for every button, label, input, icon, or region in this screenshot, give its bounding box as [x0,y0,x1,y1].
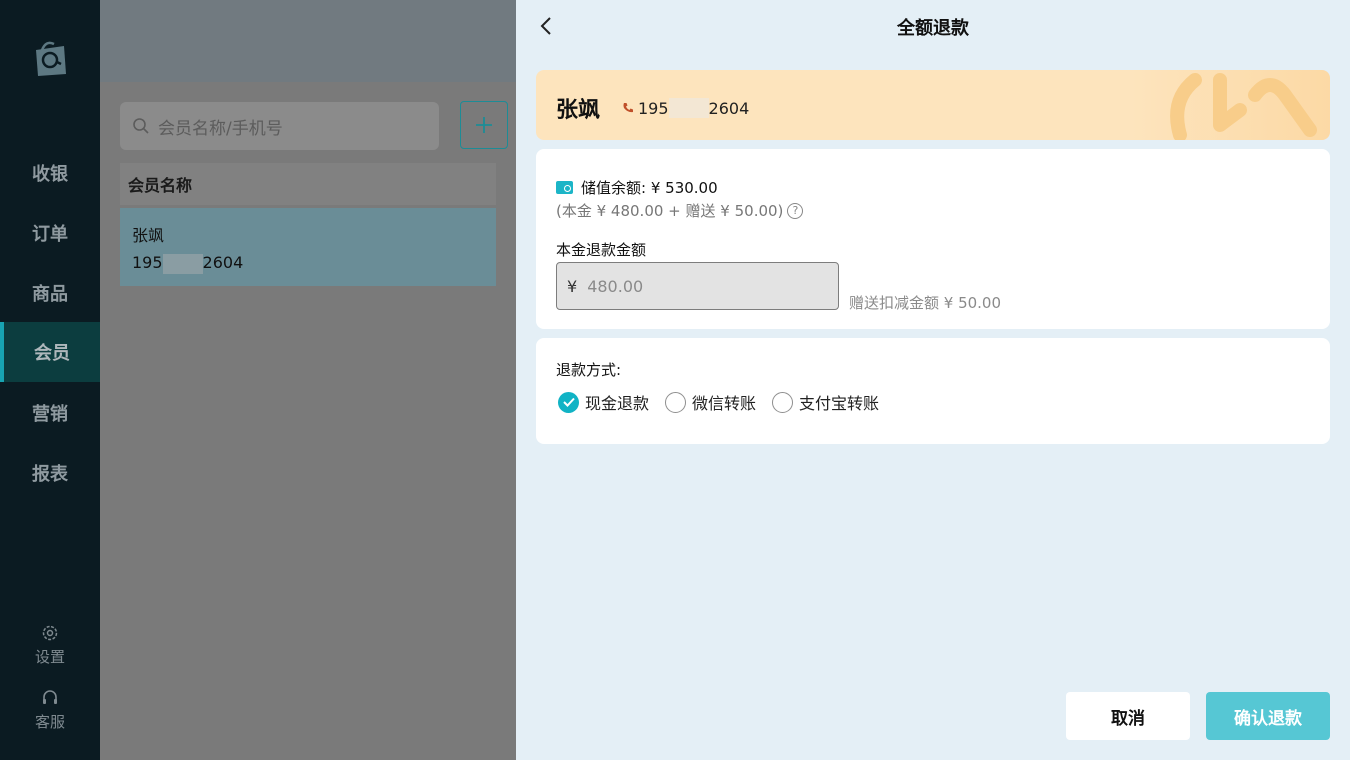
headset-icon [43,690,57,704]
stored-balance: 储值余额: ¥ 530.00 [556,177,718,198]
bonus-deduct-note: 赠送扣减金额 ¥ 50.00 [849,294,1002,312]
radio-checked-icon [558,391,579,413]
nav-label: 收银 [32,164,68,185]
panel-header: 全额退款 [516,0,1350,52]
member-list-area: 会员名称/手机号 会员名称 张飒 195 2604 [100,0,516,760]
plus-icon [476,117,492,133]
refund-panel: 全额退款 张飒 195 2604 储值余额: ¥ 530.00 (本金 ¥ 480… [516,0,1350,760]
sidebar: 收银 订单 商品 会员 营销 报表 设置 客服 [0,0,100,760]
radio-alipay-transfer[interactable]: 支付宝转账 [772,390,879,414]
help-icon[interactable]: ? [787,202,804,219]
nav-item-cashier[interactable]: 收银 [0,143,100,203]
search-input[interactable]: 会员名称/手机号 [120,102,439,150]
nav-label: 会员 [34,343,70,364]
nav-item-orders[interactable]: 订单 [0,203,100,263]
refund-amount-label: 本金退款金额 [556,241,647,259]
confirm-refund-button[interactable]: 确认退款 [1206,692,1330,740]
list-header-bar [100,0,516,82]
settings-button[interactable]: 设置 [0,624,100,667]
page-title: 全额退款 [897,18,969,39]
radio-wechat-transfer[interactable]: 微信转账 [665,390,756,414]
search-icon [133,118,149,134]
column-header-label: 会员名称 [128,176,193,195]
list-item[interactable]: 张飒 195 2604 [120,208,496,286]
wallet-icon [556,181,573,194]
gear-icon [42,625,58,641]
nav-label: 商品 [32,284,68,305]
refund-amount-value: 480.00 [587,276,644,296]
app-logo [28,36,72,80]
radio-cash-refund[interactable]: 现金退款 [558,390,649,414]
nav-item-reports[interactable]: 报表 [0,443,100,503]
balance-section: 储值余额: ¥ 530.00 (本金 ¥ 480.00 + 赠送 ¥ 50.00… [536,149,1330,329]
balance-value: ¥ 530.00 [650,178,718,197]
phone-icon [623,103,633,113]
radio-unchecked-icon [772,391,794,413]
nav-label: 营销 [32,404,68,425]
radio-label: 支付宝转账 [799,394,880,413]
radio-unchecked-icon [665,391,687,413]
member-card: 张飒 195 2604 [536,70,1330,140]
balance-label: 储值余额: [581,179,647,197]
settings-label: 设置 [34,648,65,666]
phone-mask [162,253,203,274]
currency-symbol: ¥ [567,276,578,296]
member-phone: 195 2604 [132,249,484,276]
phone-suffix: 2604 [708,98,750,118]
balance-detail: (本金 ¥ 480.00 + 赠送 ¥ 50.00) ? [556,200,804,221]
nav-label: 订单 [32,224,68,245]
radio-label: 现金退款 [585,394,650,413]
refund-method-section: 退款方式: 现金退款 微信转账 支付宝转账 [536,338,1330,444]
nav-item-products[interactable]: 商品 [0,263,100,323]
radio-label: 微信转账 [692,394,757,413]
column-header-member-name: 会员名称 [120,163,496,205]
refund-method-group: 现金退款 微信转账 支付宝转账 [558,390,895,414]
nav-label: 报表 [32,464,68,485]
nav-item-marketing[interactable]: 营销 [0,383,100,443]
refund-amount-field[interactable]: ¥ 480.00 [556,262,839,310]
nav-item-members[interactable]: 会员 [0,322,100,382]
service-label: 客服 [34,713,65,731]
phone-mask [668,98,709,118]
phone-prefix: 195 [638,98,669,118]
member-name: 张飒 [132,226,165,245]
balance-detail-text: (本金 ¥ 480.00 + 赠送 ¥ 50.00) [556,202,784,220]
phone-suffix: 2604 [202,253,244,272]
cancel-button[interactable]: 取消 [1066,692,1190,740]
customer-service-button[interactable]: 客服 [0,689,100,732]
search-placeholder: 会员名称/手机号 [158,118,283,139]
member-name: 张飒 [556,98,601,123]
refund-method-label: 退款方式: [556,361,622,379]
add-member-button[interactable] [460,101,508,149]
card-decoration-icon [1170,73,1317,140]
phone-prefix: 195 [132,253,163,272]
member-phone: 195 2604 [622,98,749,118]
